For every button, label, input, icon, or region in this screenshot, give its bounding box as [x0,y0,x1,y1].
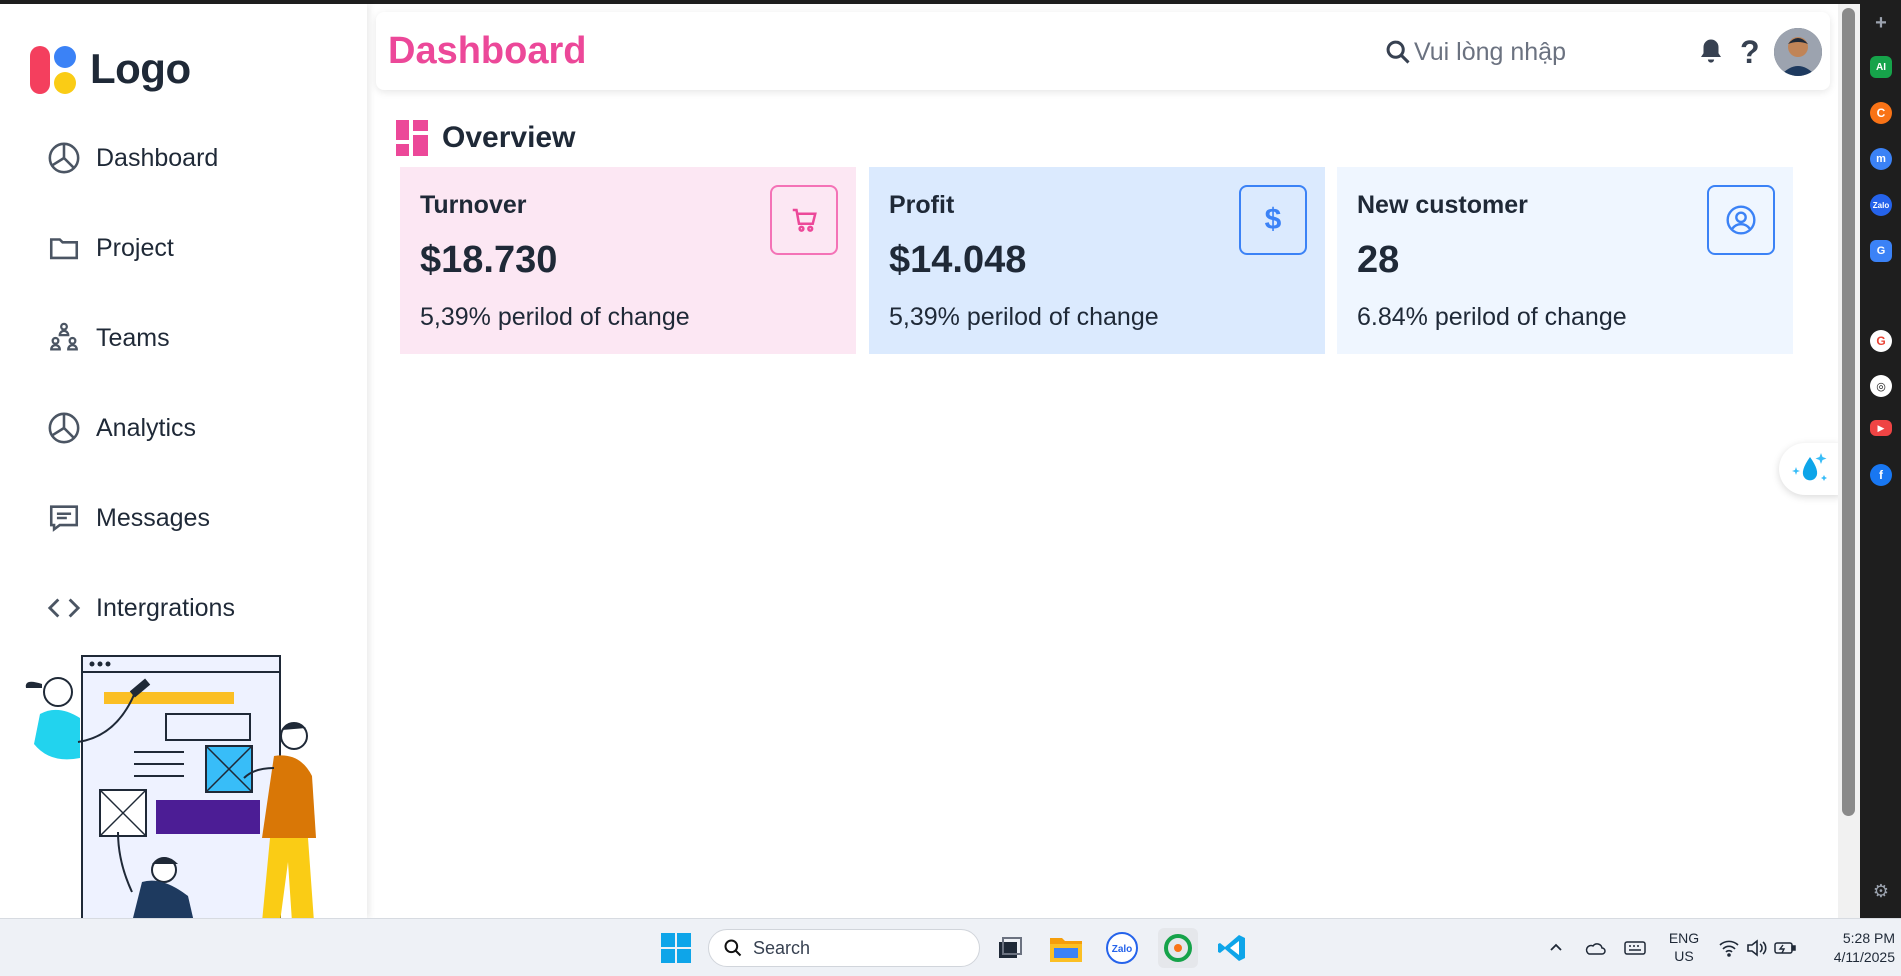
page-title: Dashboard [388,30,587,72]
cart-button[interactable] [770,185,838,255]
taskbar-search[interactable]: Search [708,929,980,967]
dashboard-grid-icon [396,120,428,156]
sidebar-item-label: Intergrations [96,593,235,622]
sidebar-item-teams[interactable]: Teams [46,314,346,362]
sidebar-item-project[interactable]: Project [46,224,346,272]
team-illustration [25,655,316,918]
cococ-icon[interactable]: C [1870,102,1892,124]
zalo-taskbar-icon[interactable]: Zalo [1102,928,1142,968]
top-header: Dashboard ? [376,12,1830,90]
help-icon[interactable]: ? [1740,34,1760,71]
facebook-icon[interactable]: f [1870,464,1892,486]
card-title: Turnover [420,191,527,219]
overview-heading: Overview [396,120,575,156]
google-icon[interactable]: G [1870,330,1892,352]
system-clock[interactable]: 5:28 PM 4/11/2025 [1815,929,1895,967]
team-icon [46,320,82,356]
svg-text:Zalo: Zalo [1112,944,1133,955]
sidebar-item-messages[interactable]: Messages [46,494,346,542]
sidebar-item-intergrations[interactable]: Intergrations [46,584,346,632]
stat-card-new-customer: New customer 28 6.84% perilod of change [1337,167,1793,354]
sidebar-item-label: Analytics [96,413,197,442]
sidebar-item-label: Messages [96,503,210,532]
card-value: 28 [1357,239,1400,281]
card-value: $14.048 [889,239,1027,281]
onedrive-icon[interactable] [1584,919,1606,976]
search-icon [723,938,743,958]
dollar-icon: $ [1264,203,1282,236]
pie-chart-icon [46,140,82,176]
sidebar-item-label: Teams [96,323,170,352]
volume-icon[interactable] [1746,919,1768,976]
header-actions: ? [1696,28,1822,76]
chevron-up-icon[interactable] [1548,919,1564,976]
wifi-icon[interactable] [1718,919,1740,976]
task-view-icon[interactable] [990,928,1030,968]
stat-card-turnover: Turnover $18.730 5,39% perilod of change [400,167,856,354]
browser-side-panel: + AI C m Zalo G G ◎ ▶ f ⚙ [1860,0,1901,918]
sidebar-item-analytics[interactable]: Analytics [46,404,346,452]
search-box[interactable] [1384,34,1624,70]
ai-app-icon[interactable]: AI [1870,56,1892,78]
region-code: US [1674,948,1694,964]
folder-icon [46,230,82,266]
language-indicator[interactable]: ENG US [1664,929,1704,965]
cart-icon [789,205,819,235]
sidebar-item-label: Project [96,233,174,262]
dollar-button[interactable]: $ [1239,185,1307,255]
translate-icon[interactable]: G [1870,240,1892,262]
keyboard-icon[interactable] [1624,919,1646,976]
stat-card-profit: Profit $14.048 5,39% perilod of change $ [869,167,1325,354]
code-icon [46,590,82,626]
vscode-icon[interactable] [1212,928,1252,968]
sidebar-item-dashboard[interactable]: Dashboard [46,134,346,182]
search-icon [1384,38,1412,66]
card-change: 5,39% perilod of change [889,303,1159,331]
card-title: Profit [889,191,955,219]
language-code: ENG [1668,930,1700,946]
sidebar-item-label: Dashboard [96,143,219,172]
floating-assistant-button[interactable] [1779,443,1841,495]
battery-icon[interactable] [1774,919,1796,976]
sidebar: Logo Dashboard Project Teams Analytics M… [0,4,367,918]
user-circle-icon [1725,204,1757,236]
card-change: 6.84% perilod of change [1357,303,1627,331]
windows-taskbar: Search Zalo ENG US 5:28 PM 4/11/2025 [0,918,1901,976]
youtube-icon[interactable]: ▶ [1870,420,1892,436]
bell-icon[interactable] [1696,36,1726,68]
message-icon [46,500,82,536]
logo[interactable]: Logo [30,42,191,96]
gear-icon[interactable]: ⚙ [1868,878,1894,904]
overview-title: Overview [442,121,576,154]
windows-start-icon[interactable] [656,928,696,968]
card-title: New customer [1357,191,1528,219]
card-value: $18.730 [420,239,558,281]
logo-mark-icon [30,42,80,96]
search-input[interactable] [1414,37,1614,67]
coccoc-taskbar-icon[interactable] [1158,928,1198,968]
file-explorer-icon[interactable] [1046,928,1086,968]
zalo-icon[interactable]: Zalo [1870,194,1892,216]
sparkle-drop-icon [1790,451,1830,487]
messenger-icon[interactable]: m [1870,148,1892,170]
scrollbar-thumb[interactable] [1842,8,1855,816]
card-change: 5,39% perilod of change [420,303,690,331]
chatgpt-icon[interactable]: ◎ [1870,375,1892,397]
user-button[interactable] [1707,185,1775,255]
clock-date: 4/11/2025 [1833,949,1895,965]
taskbar-search-label: Search [753,937,811,958]
clock-time: 5:28 PM [1842,930,1895,946]
logo-text: Logo [90,45,191,92]
avatar[interactable] [1773,28,1822,76]
add-icon[interactable]: + [1868,10,1894,36]
pie-chart-icon [46,410,82,446]
